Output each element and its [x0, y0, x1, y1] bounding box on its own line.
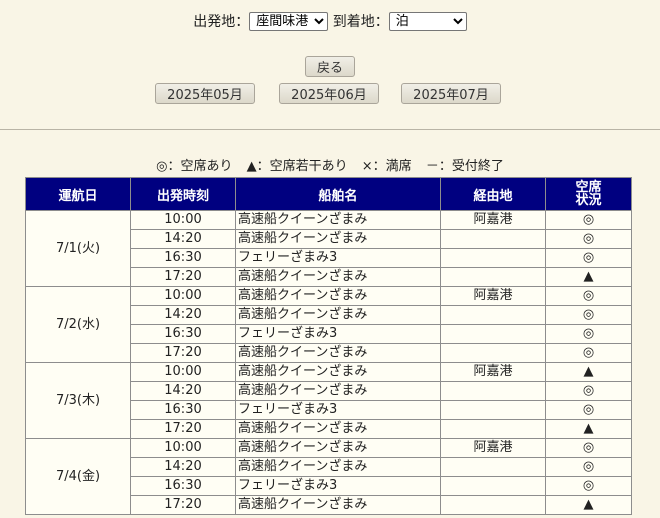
cell-seat-status[interactable]: ◎ — [545, 381, 632, 401]
schedule-table: 運航日 出発時刻 船舶名 経由地 空席 状況 7/1(火) 10:00 高速船クイーン… — [25, 177, 632, 515]
from-label: 出発地： — [193, 14, 250, 30]
cell-seat-status[interactable]: ◎ — [545, 400, 632, 420]
cell-via — [440, 305, 546, 325]
cell-seat-status[interactable]: ▲ — [545, 495, 632, 515]
cell-date: 7/1(火) — [25, 210, 131, 287]
cell-ship-name: 高速船クイーンざまみ — [235, 267, 441, 287]
table-row: 7/4(金) 10:00 高速船クイーンざまみ 阿嘉港 ◎ — [25, 438, 632, 515]
cell-via — [440, 476, 546, 496]
header-seat-status: 空席 状況 — [545, 177, 632, 211]
schedule-body: 7/1(火) 10:00 高速船クイーンざまみ 阿嘉港 ◎ 14:20 高速船クイーンざまみ… — [25, 210, 632, 515]
header-via: 経由地 — [440, 177, 546, 211]
cell-departure-time: 14:20 — [130, 305, 236, 325]
legend-available: ◎：空席あり — [156, 159, 233, 174]
cell-via: 阿嘉港 — [440, 286, 546, 306]
cell-ship-name: 高速船クイーンざまみ — [235, 438, 441, 458]
cell-seat-status[interactable]: ◎ — [545, 324, 632, 344]
cell-seat-status[interactable]: ◎ — [545, 286, 632, 306]
back-wrap: 戻る — [0, 56, 660, 77]
cell-via — [440, 419, 546, 439]
cell-ship-name: 高速船クイーンざまみ — [235, 210, 441, 230]
cell-via — [440, 248, 546, 268]
divider — [0, 129, 660, 130]
cell-ship-name: フェリーざまみ3 — [235, 476, 441, 496]
cell-seat-status[interactable]: ◎ — [545, 438, 632, 458]
cell-departure-time: 17:20 — [130, 343, 236, 363]
table-row: 7/1(火) 10:00 高速船クイーンざまみ 阿嘉港 ◎ — [25, 210, 632, 287]
cell-via — [440, 457, 546, 477]
cell-seat-status[interactable]: ◎ — [545, 476, 632, 496]
cell-seat-status[interactable]: ◎ — [545, 457, 632, 477]
cell-departure-time: 16:30 — [130, 476, 236, 496]
cell-departure-time: 17:20 — [130, 495, 236, 515]
cell-ship-name: 高速船クイーンざまみ — [235, 419, 441, 439]
cell-departure-time: 10:00 — [130, 438, 236, 458]
cell-departure-time: 10:00 — [130, 286, 236, 306]
cell-ship-name: フェリーざまみ3 — [235, 400, 441, 420]
month-button-2025-06[interactable]: 2025年06月 — [279, 83, 379, 104]
cell-seat-status[interactable]: ▲ — [545, 419, 632, 439]
cell-seat-status[interactable]: ◎ — [545, 229, 632, 249]
cell-date: 7/3(木) — [25, 362, 131, 439]
cell-departure-time: 16:30 — [130, 400, 236, 420]
header-date: 運航日 — [25, 177, 131, 211]
month-button-2025-07[interactable]: 2025年07月 — [401, 83, 501, 104]
month-button-2025-05[interactable]: 2025年05月 — [155, 83, 255, 104]
cell-ship-name: 高速船クイーンざまみ — [235, 229, 441, 249]
header-ship-name: 船舶名 — [235, 177, 441, 211]
cell-ship-name: 高速船クイーンざまみ — [235, 381, 441, 401]
cell-ship-name: 高速船クイーンざまみ — [235, 286, 441, 306]
availability-legend: ◎：空席あり ▲：空席若干あり ×：満席 －：受付終了 — [0, 155, 660, 174]
table-row: 7/2(水) 10:00 高速船クイーンざまみ 阿嘉港 ◎ — [25, 286, 632, 363]
header-departure-time: 出発時刻 — [130, 177, 236, 211]
cell-departure-time: 17:20 — [130, 267, 236, 287]
cell-via: 阿嘉港 — [440, 438, 546, 458]
table-header-row: 運航日 出発時刻 船舶名 経由地 空席 状況 — [25, 177, 632, 211]
cell-via: 阿嘉港 — [440, 210, 546, 230]
cell-ship-name: 高速船クイーンざまみ — [235, 457, 441, 477]
legend-few-seats: ▲：空席若干あり — [246, 159, 348, 174]
cell-seat-status[interactable]: ◎ — [545, 210, 632, 230]
cell-seat-status[interactable]: ◎ — [545, 305, 632, 325]
cell-departure-time: 14:20 — [130, 381, 236, 401]
cell-via — [440, 229, 546, 249]
cell-departure-time: 10:00 — [130, 210, 236, 230]
cell-date: 7/4(金) — [25, 438, 131, 515]
cell-departure-time: 14:20 — [130, 229, 236, 249]
cell-ship-name: 高速船クイーンざまみ — [235, 362, 441, 382]
table-row: 7/3(木) 10:00 高速船クイーンざまみ 阿嘉港 ▲ — [25, 362, 632, 439]
cell-via — [440, 324, 546, 344]
cell-via — [440, 400, 546, 420]
legend-closed: －：受付終了 — [425, 159, 504, 174]
cell-departure-time: 16:30 — [130, 248, 236, 268]
cell-via — [440, 267, 546, 287]
cell-departure-time: 14:20 — [130, 457, 236, 477]
cell-departure-time: 10:00 — [130, 362, 236, 382]
cell-via — [440, 381, 546, 401]
cell-ship-name: 高速船クイーンざまみ — [235, 495, 441, 515]
cell-seat-status[interactable]: ▲ — [545, 362, 632, 382]
cell-via: 阿嘉港 — [440, 362, 546, 382]
cell-departure-time: 17:20 — [130, 419, 236, 439]
cell-via — [440, 343, 546, 363]
cell-ship-name: フェリーざまみ3 — [235, 324, 441, 344]
cell-date: 7/2(水) — [25, 286, 131, 363]
cell-ship-name: 高速船クイーンざまみ — [235, 343, 441, 363]
cell-departure-time: 16:30 — [130, 324, 236, 344]
back-button[interactable]: 戻る — [305, 56, 355, 77]
month-nav: 2025年05月 2025年06月 2025年07月 — [0, 83, 660, 105]
to-label: 到着地： — [332, 14, 389, 30]
cell-via — [440, 495, 546, 515]
route-form: 出発地： 座間味港 到着地：泊 — [0, 11, 660, 31]
cell-seat-status[interactable]: ▲ — [545, 267, 632, 287]
cell-ship-name: 高速船クイーンざまみ — [235, 305, 441, 325]
cell-ship-name: フェリーざまみ3 — [235, 248, 441, 268]
header-seat-status-line2: 状況 — [575, 193, 602, 208]
legend-full: ×：満席 — [361, 159, 412, 174]
from-select[interactable]: 座間味港 — [249, 11, 329, 31]
cell-seat-status[interactable]: ◎ — [545, 248, 632, 268]
cell-seat-status[interactable]: ◎ — [545, 343, 632, 363]
to-select[interactable]: 泊 — [388, 11, 467, 31]
